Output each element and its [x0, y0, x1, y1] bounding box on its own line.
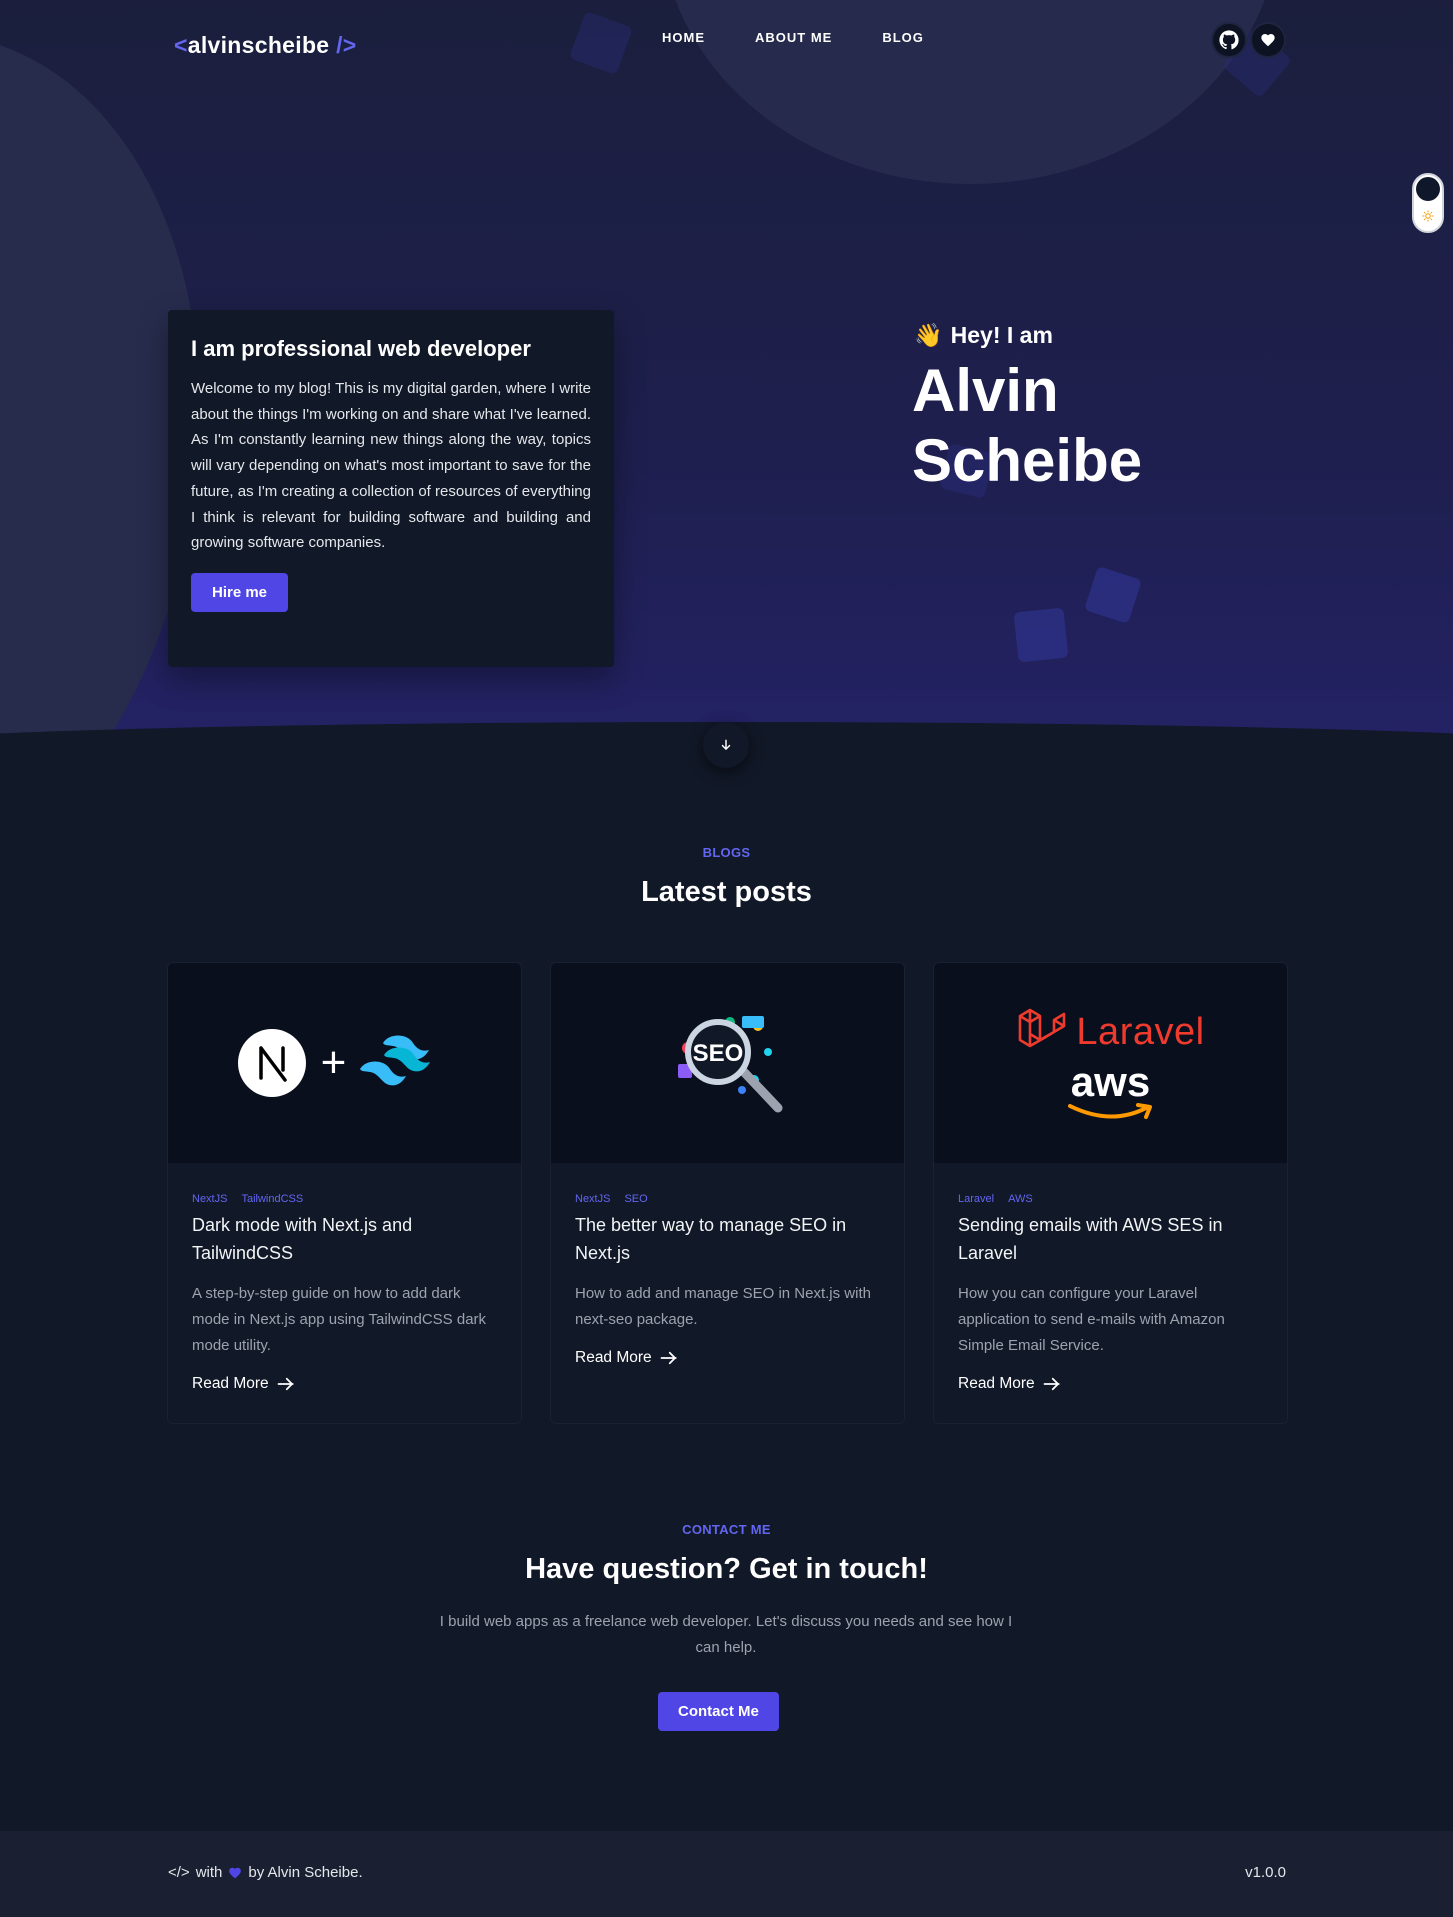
tag[interactable]: NextJS [192, 1193, 227, 1205]
logo-name: alvinscheibe [187, 32, 330, 58]
scroll-down-button[interactable] [703, 722, 749, 768]
decorative-square [1013, 607, 1069, 663]
read-more-link[interactable]: Read More [958, 1375, 1263, 1393]
heart-icon [229, 1867, 242, 1878]
post-description: How you can configure your Laravel appli… [958, 1285, 1225, 1354]
nav-blog-link[interactable]: BLOG [882, 30, 924, 45]
tag[interactable]: NextJS [575, 1193, 610, 1205]
read-more-link[interactable]: Read More [575, 1349, 880, 1367]
theme-toggle[interactable] [1412, 173, 1444, 233]
github-button[interactable] [1211, 22, 1247, 58]
tag[interactable]: TailwindCSS [241, 1193, 303, 1205]
nextjs-logo-icon [237, 1029, 306, 1097]
laravel-word: Laravel [1076, 1010, 1205, 1053]
tag-list: NextJS SEO [575, 1193, 880, 1205]
blogs-title: Latest posts [641, 876, 812, 908]
post-title[interactable]: Dark mode with Next.js and TailwindCSS [192, 1211, 497, 1267]
post-description: How to add and manage SEO in Next.js wit… [575, 1285, 871, 1328]
greeting-text: Hey! I am [950, 322, 1053, 348]
tag-list: Laravel AWS [958, 1193, 1263, 1205]
tag[interactable]: AWS [1008, 1193, 1033, 1205]
blog-thumb-seo: SEO [551, 963, 904, 1163]
footer-credit: </> with by Alvin Scheibe. [168, 1864, 363, 1881]
hero-name-last: Scheibe [912, 427, 1143, 494]
logo-bracket-close: /> [336, 32, 357, 58]
footer-code: </> [168, 1864, 190, 1881]
blog-card[interactable]: Laravel aws Laravel AWS Sending emails w… [933, 962, 1288, 1424]
read-more-link[interactable]: Read More [192, 1375, 497, 1393]
contact-title: Have question? Get in touch! [525, 1553, 928, 1585]
intro-card-text: Welcome to my blog! This is my digital g… [191, 380, 591, 552]
footer-by: by Alvin Scheibe. [248, 1864, 363, 1881]
footer-with: with [195, 1864, 223, 1881]
arrow-right-icon [277, 1377, 294, 1391]
footer: </> with by Alvin Scheibe. v1.0.0 [0, 1831, 1453, 1917]
intro-card-title: I am professional web developer [191, 336, 531, 361]
heart-icon [1261, 34, 1275, 47]
laravel-logo-icon [1019, 1008, 1066, 1048]
read-more-label: Read More [575, 1349, 652, 1366]
heart-button[interactable] [1250, 22, 1286, 58]
contact-text: I build web apps as a freelance web deve… [439, 1613, 1013, 1656]
main-nav: HOME ABOUT ME BLOG [662, 30, 924, 45]
decorative-square [568, 10, 634, 76]
blog-thumb-nextjs-tailwind: + [168, 963, 521, 1163]
nav-about-link[interactable]: ABOUT ME [755, 30, 832, 45]
laravel-logo: Laravel [1016, 1006, 1204, 1058]
aws-smile-icon [1067, 1103, 1152, 1119]
tag[interactable]: SEO [624, 1193, 647, 1205]
waving-hand-icon: 👋 [914, 322, 943, 348]
sun-icon [1422, 210, 1434, 222]
tag[interactable]: Laravel [958, 1193, 994, 1205]
footer-version: v1.0.0 [1245, 1864, 1286, 1881]
decorative-square [1084, 566, 1142, 624]
hero-name: Alvin Scheibe [912, 356, 1312, 496]
logo-bracket-open: < [174, 32, 188, 58]
post-description: A step-by-step guide on how to add dark … [192, 1285, 487, 1354]
tag-list: NextJS TailwindCSS [192, 1193, 497, 1205]
blog-card[interactable]: + NextJS TailwindCSS Dark mode with Next… [167, 962, 522, 1424]
nav-home-link[interactable]: HOME [662, 30, 705, 45]
read-more-label: Read More [958, 1375, 1035, 1392]
hero-background-circle [660, 0, 1280, 184]
arrow-down-icon [721, 739, 731, 750]
arrow-right-icon [1043, 1377, 1060, 1391]
hero-name-first: Alvin [912, 357, 1059, 424]
hire-me-button[interactable]: Hire me [191, 572, 289, 612]
seo-magnifier-icon: SEO [677, 1016, 782, 1113]
arrow-right-icon [660, 1351, 677, 1365]
toggle-knob-moon [1416, 177, 1440, 201]
site-logo[interactable]: <alvinscheibe /> [174, 32, 357, 59]
thumb-plus: + [320, 1038, 347, 1087]
contact-eyebrow: CONTACT ME [682, 1522, 771, 1537]
blog-thumb-laravel-aws: Laravel aws [934, 963, 1287, 1163]
post-title[interactable]: Sending emails with AWS SES in Laravel [958, 1211, 1263, 1267]
greeting: 👋 Hey! I am [914, 322, 1053, 349]
blogs-eyebrow: BLOGS [702, 845, 751, 860]
read-more-label: Read More [192, 1375, 269, 1392]
github-icon [1219, 30, 1239, 50]
post-title[interactable]: The better way to manage SEO in Next.js [575, 1211, 880, 1267]
contact-me-button[interactable]: Contact Me [658, 1692, 779, 1731]
aws-logo: aws [1066, 1058, 1156, 1120]
intro-card: I am professional web developer Welcome … [168, 310, 614, 667]
seo-thumb-text: SEO [692, 1040, 743, 1067]
aws-word: aws [1070, 1058, 1151, 1105]
blog-card[interactable]: SEO NextJS SEO The better way to manage … [550, 962, 905, 1424]
tailwind-logo-icon [360, 1035, 431, 1086]
